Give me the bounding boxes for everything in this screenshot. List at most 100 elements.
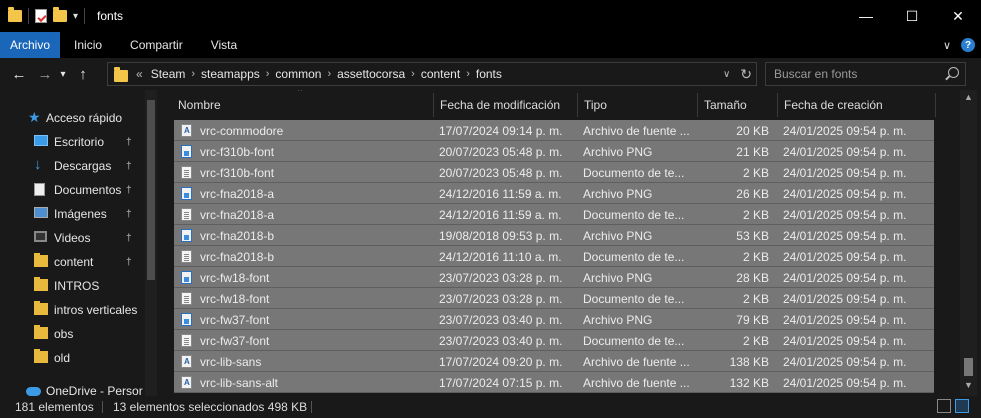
file-name: vrc-lib-sans xyxy=(200,354,262,369)
file-created: 24/01/2025 09:54 p. m. xyxy=(783,165,907,180)
address-bar[interactable]: « Steam › steamapps › common › assettoco… xyxy=(107,62,757,86)
properties-icon[interactable] xyxy=(35,9,47,23)
address-dropdown-chevron-icon[interactable]: ∨ xyxy=(723,69,730,80)
tab-archivo[interactable]: Archivo xyxy=(0,32,61,58)
table-row[interactable]: vrc-fw18-font 23/07/2023 03:28 p. m. Docum… xyxy=(174,288,934,309)
close-button[interactable]: ✕ xyxy=(935,0,981,32)
search-input[interactable] xyxy=(774,67,944,81)
nav-item-label: Imágenes xyxy=(54,207,107,221)
file-name: vrc-fw18-font xyxy=(200,270,270,285)
file-created: 24/01/2025 09:54 p. m. xyxy=(783,375,907,390)
png-file-icon xyxy=(181,145,192,158)
breadcrumb-separator[interactable]: › xyxy=(189,68,197,80)
tab-inicio[interactable]: Inicio xyxy=(60,32,116,58)
address-row: ← → ▾ ↑ « Steam › steamapps › common › a… xyxy=(0,58,981,90)
nav-item-intros-verticales[interactable]: intros verticales xyxy=(0,298,145,322)
breadcrumb-steam[interactable]: Steam xyxy=(147,67,190,81)
nav-scrollbar[interactable] xyxy=(145,90,157,396)
quick-access-toolbar: ▾ xyxy=(8,7,86,24)
nav-item-videos[interactable]: Videos † xyxy=(0,226,145,250)
nav-scrollbar-thumb[interactable] xyxy=(147,100,155,280)
back-button[interactable]: ← xyxy=(8,62,30,86)
overflow-crumbs[interactable]: « xyxy=(132,67,147,81)
breadcrumb-assettocorsa[interactable]: assettocorsa xyxy=(333,67,409,81)
file-size: 138 KB xyxy=(729,354,769,369)
nav-item-documentos[interactable]: Documentos † xyxy=(0,178,145,202)
file-type: Archivo PNG xyxy=(583,144,653,159)
nav-item-content[interactable]: content † xyxy=(0,250,145,274)
breadcrumb-steamapps[interactable]: steamapps xyxy=(197,67,264,81)
table-row[interactable]: vrc-commodore 17/07/2024 09:14 p. m. Archi… xyxy=(174,120,934,141)
nav-item-label: intros verticales xyxy=(54,303,138,317)
file-name: vrc-fw37-font xyxy=(200,312,270,327)
divider xyxy=(84,8,86,24)
search-box[interactable] xyxy=(765,62,966,86)
table-row[interactable]: vrc-fna2018-b 24/12/2016 11:10 a. m. Docum… xyxy=(174,246,934,267)
breadcrumb-separator[interactable]: › xyxy=(264,68,272,80)
nav-item-old[interactable]: old xyxy=(0,346,145,370)
new-folder-icon[interactable] xyxy=(53,7,67,22)
font-file-icon xyxy=(181,124,192,137)
folder-icon xyxy=(34,325,48,339)
scroll-down-icon[interactable]: ▼ xyxy=(964,380,973,390)
column-header-size[interactable]: Tamaño xyxy=(698,93,778,117)
file-size: 26 KB xyxy=(736,186,769,201)
file-created: 24/01/2025 09:54 p. m. xyxy=(783,354,907,369)
table-row[interactable]: vrc-f310b-font 20/07/2023 05:48 p. m. Docu… xyxy=(174,162,934,183)
nav-item-obs[interactable]: obs xyxy=(0,322,145,346)
png-file-icon xyxy=(181,313,192,326)
nav-item-label: Acceso rápido xyxy=(46,111,123,125)
table-row[interactable]: vrc-fna2018-b 19/08/2018 09:53 p. m. Archi… xyxy=(174,225,934,246)
nav-item-onedrive[interactable]: OneDrive - Persor xyxy=(0,379,145,396)
folder-icon xyxy=(8,7,22,22)
column-header-created[interactable]: Fecha de creación xyxy=(778,93,936,117)
file-name: vrc-fna2018-b xyxy=(200,249,275,264)
file-type: Documento de te... xyxy=(583,207,685,222)
column-header-modified[interactable]: Fecha de modificación xyxy=(434,93,578,117)
table-row[interactable]: vrc-fw37-font 23/07/2023 03:40 p. m. Docum… xyxy=(174,330,934,351)
column-header-name[interactable]: Nombre ⌃ xyxy=(172,90,434,117)
table-row[interactable]: vrc-fw37-font 23/07/2023 03:40 p. m. Archi… xyxy=(174,309,934,330)
column-header-type[interactable]: Tipo xyxy=(578,93,698,117)
file-list-scrollbar[interactable]: ▲ ▼ xyxy=(960,90,977,396)
nav-item-acceso-rapido[interactable]: ★ Acceso rápido xyxy=(0,106,145,130)
table-row[interactable]: vrc-fw18-font 23/07/2023 03:28 p. m. Archi… xyxy=(174,267,934,288)
nav-item-descargas[interactable]: ↓ Descargas † xyxy=(0,154,145,178)
nav-item-escritorio[interactable]: Escritorio † xyxy=(0,130,145,154)
tab-vista[interactable]: Vista xyxy=(197,32,251,58)
nav-item-imagenes[interactable]: Imágenes † xyxy=(0,202,145,226)
file-list-scrollbar-thumb[interactable] xyxy=(964,358,973,376)
recent-locations-chevron-icon[interactable]: ▾ xyxy=(56,62,70,86)
breadcrumb-fonts[interactable]: fonts xyxy=(472,67,506,81)
up-button[interactable]: ↑ xyxy=(72,62,94,86)
column-label: Fecha de creación xyxy=(784,98,883,112)
nav-item-intros[interactable]: INTROS xyxy=(0,274,145,298)
column-label: Fecha de modificación xyxy=(440,98,561,112)
help-icon[interactable]: ? xyxy=(961,38,975,52)
maximize-button[interactable]: ☐ xyxy=(889,0,935,32)
details-view-button[interactable] xyxy=(937,399,951,413)
scroll-up-icon[interactable]: ▲ xyxy=(964,92,973,102)
breadcrumb-common[interactable]: common xyxy=(271,67,325,81)
file-created: 24/01/2025 09:54 p. m. xyxy=(783,207,907,222)
table-row[interactable]: vrc-lib-sans-alt 17/07/2024 07:15 p. m. Ar… xyxy=(174,372,934,393)
forward-button[interactable]: → xyxy=(34,62,56,86)
nav-item-label: old xyxy=(54,351,71,365)
breadcrumb-separator[interactable]: › xyxy=(325,68,333,80)
breadcrumb-separator[interactable]: › xyxy=(464,68,472,80)
expand-ribbon-chevron-icon[interactable]: ∨ xyxy=(943,39,951,52)
pin-icon: † xyxy=(126,160,132,172)
table-row[interactable]: vrc-lib-sans 17/07/2024 09:20 p. m. Archiv… xyxy=(174,351,934,372)
tab-compartir[interactable]: Compartir xyxy=(116,32,197,58)
refresh-icon[interactable]: ↻ xyxy=(740,66,752,83)
table-row[interactable]: vrc-fna2018-a 24/12/2016 11:59 a. m. Docum… xyxy=(174,204,934,225)
table-row[interactable]: vrc-fna2018-a 24/12/2016 11:59 a. m. Archi… xyxy=(174,183,934,204)
breadcrumb-separator[interactable]: › xyxy=(409,68,417,80)
text-file-icon xyxy=(181,250,192,263)
table-row[interactable]: vrc-f310b-font 20/07/2023 05:48 p. m. Arch… xyxy=(174,141,934,162)
minimize-button[interactable]: — xyxy=(843,0,889,32)
large-icons-view-button[interactable] xyxy=(955,399,969,413)
file-size: 2 KB xyxy=(742,291,769,306)
customize-toolbar-chevron-icon[interactable]: ▾ xyxy=(73,11,78,22)
breadcrumb-content[interactable]: content xyxy=(417,67,464,81)
